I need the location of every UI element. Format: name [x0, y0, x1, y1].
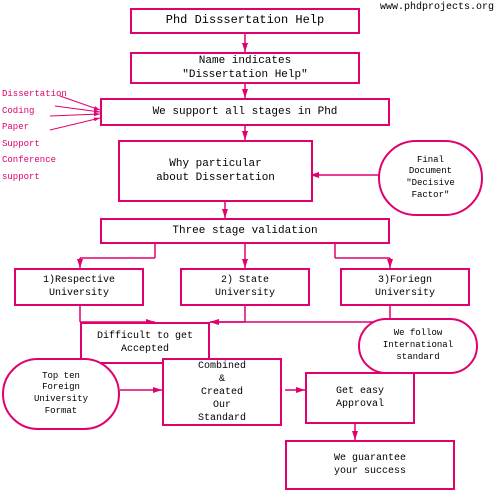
name-indicates-box: Name indicates"Dissertation Help"	[130, 52, 360, 84]
university2-box: 2) StateUniversity	[180, 268, 310, 306]
left-labels-group: Dissertation Coding Paper Support Confer…	[2, 88, 67, 184]
three-stage-box: Three stage validation	[100, 218, 390, 244]
international-cloud: We followInternationalstandard	[358, 318, 478, 374]
guarantee-box: We guaranteeyour success	[285, 440, 455, 490]
label-dissertation: Dissertation	[2, 88, 67, 101]
top-ten-cloud: Top tenForeignUniversityFormat	[2, 358, 120, 430]
university3-box: 3)ForiegnUniversity	[340, 268, 470, 306]
website-label: www.phdprojects.org	[380, 2, 494, 13]
label-paper: Paper	[2, 121, 67, 134]
get-easy-box: Get easyApproval	[305, 372, 415, 424]
why-particular-box: Why particularabout Dissertation	[118, 140, 313, 202]
label-conference: Conference	[2, 154, 67, 167]
combined-box: Combined&CreatedOurStandard	[162, 358, 282, 426]
label-support2: support	[2, 171, 67, 184]
label-coding: Coding	[2, 105, 67, 118]
final-document-cloud: FinalDocument"DecisiveFactor"	[378, 140, 483, 216]
phd-help-box: Phd Disssertation Help	[130, 8, 360, 34]
label-support: Support	[2, 138, 67, 151]
support-all-box: We support all stages in Phd	[100, 98, 390, 126]
university1-box: 1)RespectiveUniversity	[14, 268, 144, 306]
